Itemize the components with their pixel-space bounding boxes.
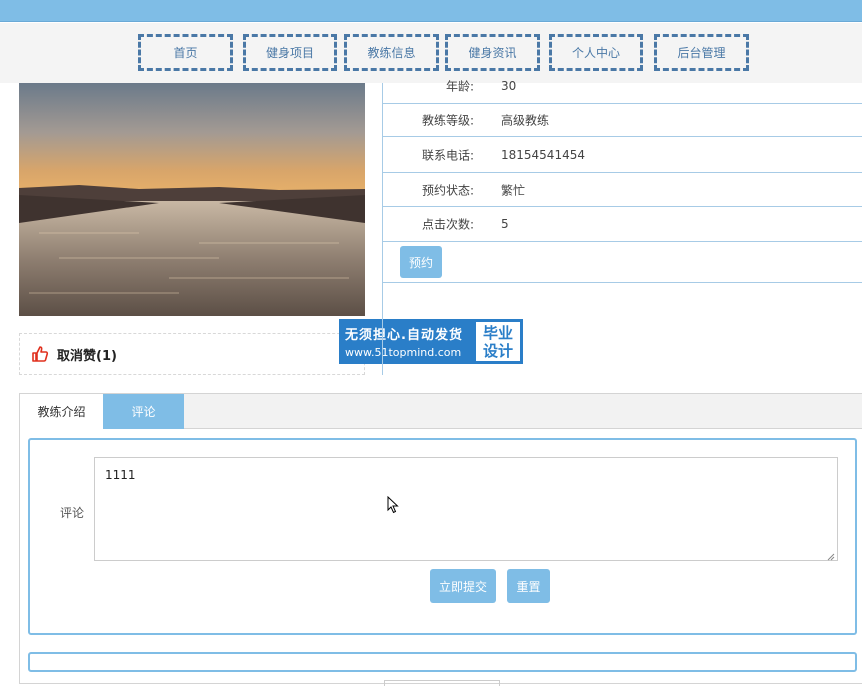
info-value: 5 — [501, 217, 509, 231]
tab-header: 教练介绍 评论 — [20, 394, 862, 429]
info-row-status: 预约状态: 繁忙 — [383, 173, 862, 207]
nav-home-label: 首页 — [173, 46, 198, 60]
comment-form: 评论 1111 立即提交 重置 — [28, 438, 857, 635]
main-nav: 首页 健身项目 教练信息 健身资讯 个人中心 后台管理 — [0, 23, 862, 83]
info-value: 繁忙 — [501, 183, 526, 197]
book-button[interactable]: 预约 — [400, 246, 442, 278]
info-row-level: 教练等级: 高级教练 — [383, 104, 862, 137]
info-row-age: 年龄: 30 — [383, 79, 862, 104]
nav-admin-label: 后台管理 — [677, 46, 726, 60]
reset-button[interactable]: 重置 — [507, 569, 550, 603]
info-value: 高级教练 — [501, 113, 550, 128]
thumbs-up-icon — [31, 345, 49, 363]
info-label: 联系电话: — [421, 148, 474, 162]
info-label: 点击次数: — [421, 217, 474, 232]
comment-textarea[interactable]: 1111 — [94, 457, 838, 561]
info-label: 预约状态: — [421, 183, 474, 197]
pagination-stub — [384, 680, 500, 686]
nav-fitness-news[interactable]: 健身资讯 — [445, 34, 540, 71]
nav-fitness-news-label: 健身资讯 — [468, 46, 517, 60]
like-label: 取消赞(1) — [57, 348, 117, 364]
coach-photo — [19, 83, 365, 316]
info-row-clicks: 点击次数: 5 — [383, 207, 862, 242]
tab-comment[interactable]: 评论 — [103, 394, 184, 429]
nav-coach-info[interactable]: 教练信息 — [344, 34, 439, 71]
nav-personal-center-label: 个人中心 — [571, 46, 620, 60]
info-row-actions: 预约 — [383, 242, 862, 283]
nav-fitness-projects[interactable]: 健身项目 — [243, 34, 337, 71]
coach-info-table: 年龄: 30 教练等级: 高级教练 联系电话: 18154541454 预约状态… — [382, 79, 862, 375]
info-row-phone: 联系电话: 18154541454 — [383, 137, 862, 173]
info-value: 30 — [501, 79, 517, 93]
like-toggle[interactable]: 取消赞(1) — [19, 333, 365, 375]
comment-label: 评论 — [60, 506, 85, 520]
submit-button[interactable]: 立即提交 — [430, 569, 496, 603]
info-label: 年龄: — [445, 79, 474, 94]
nav-home[interactable]: 首页 — [138, 34, 233, 71]
comment-list-panel — [28, 652, 857, 672]
nav-admin[interactable]: 后台管理 — [654, 34, 749, 71]
info-label: 教练等级: — [421, 113, 474, 128]
tab-coach-intro[interactable]: 教练介绍 — [20, 394, 103, 429]
nav-personal-center[interactable]: 个人中心 — [549, 34, 643, 71]
resize-grip-icon[interactable] — [827, 550, 835, 561]
nav-coach-info-label: 教练信息 — [367, 46, 416, 60]
info-value: 18154541454 — [501, 147, 585, 162]
top-bar — [0, 0, 862, 22]
comment-text: 1111 — [105, 468, 136, 482]
mouse-cursor-icon — [387, 495, 399, 514]
nav-fitness-projects-label: 健身项目 — [265, 46, 314, 60]
